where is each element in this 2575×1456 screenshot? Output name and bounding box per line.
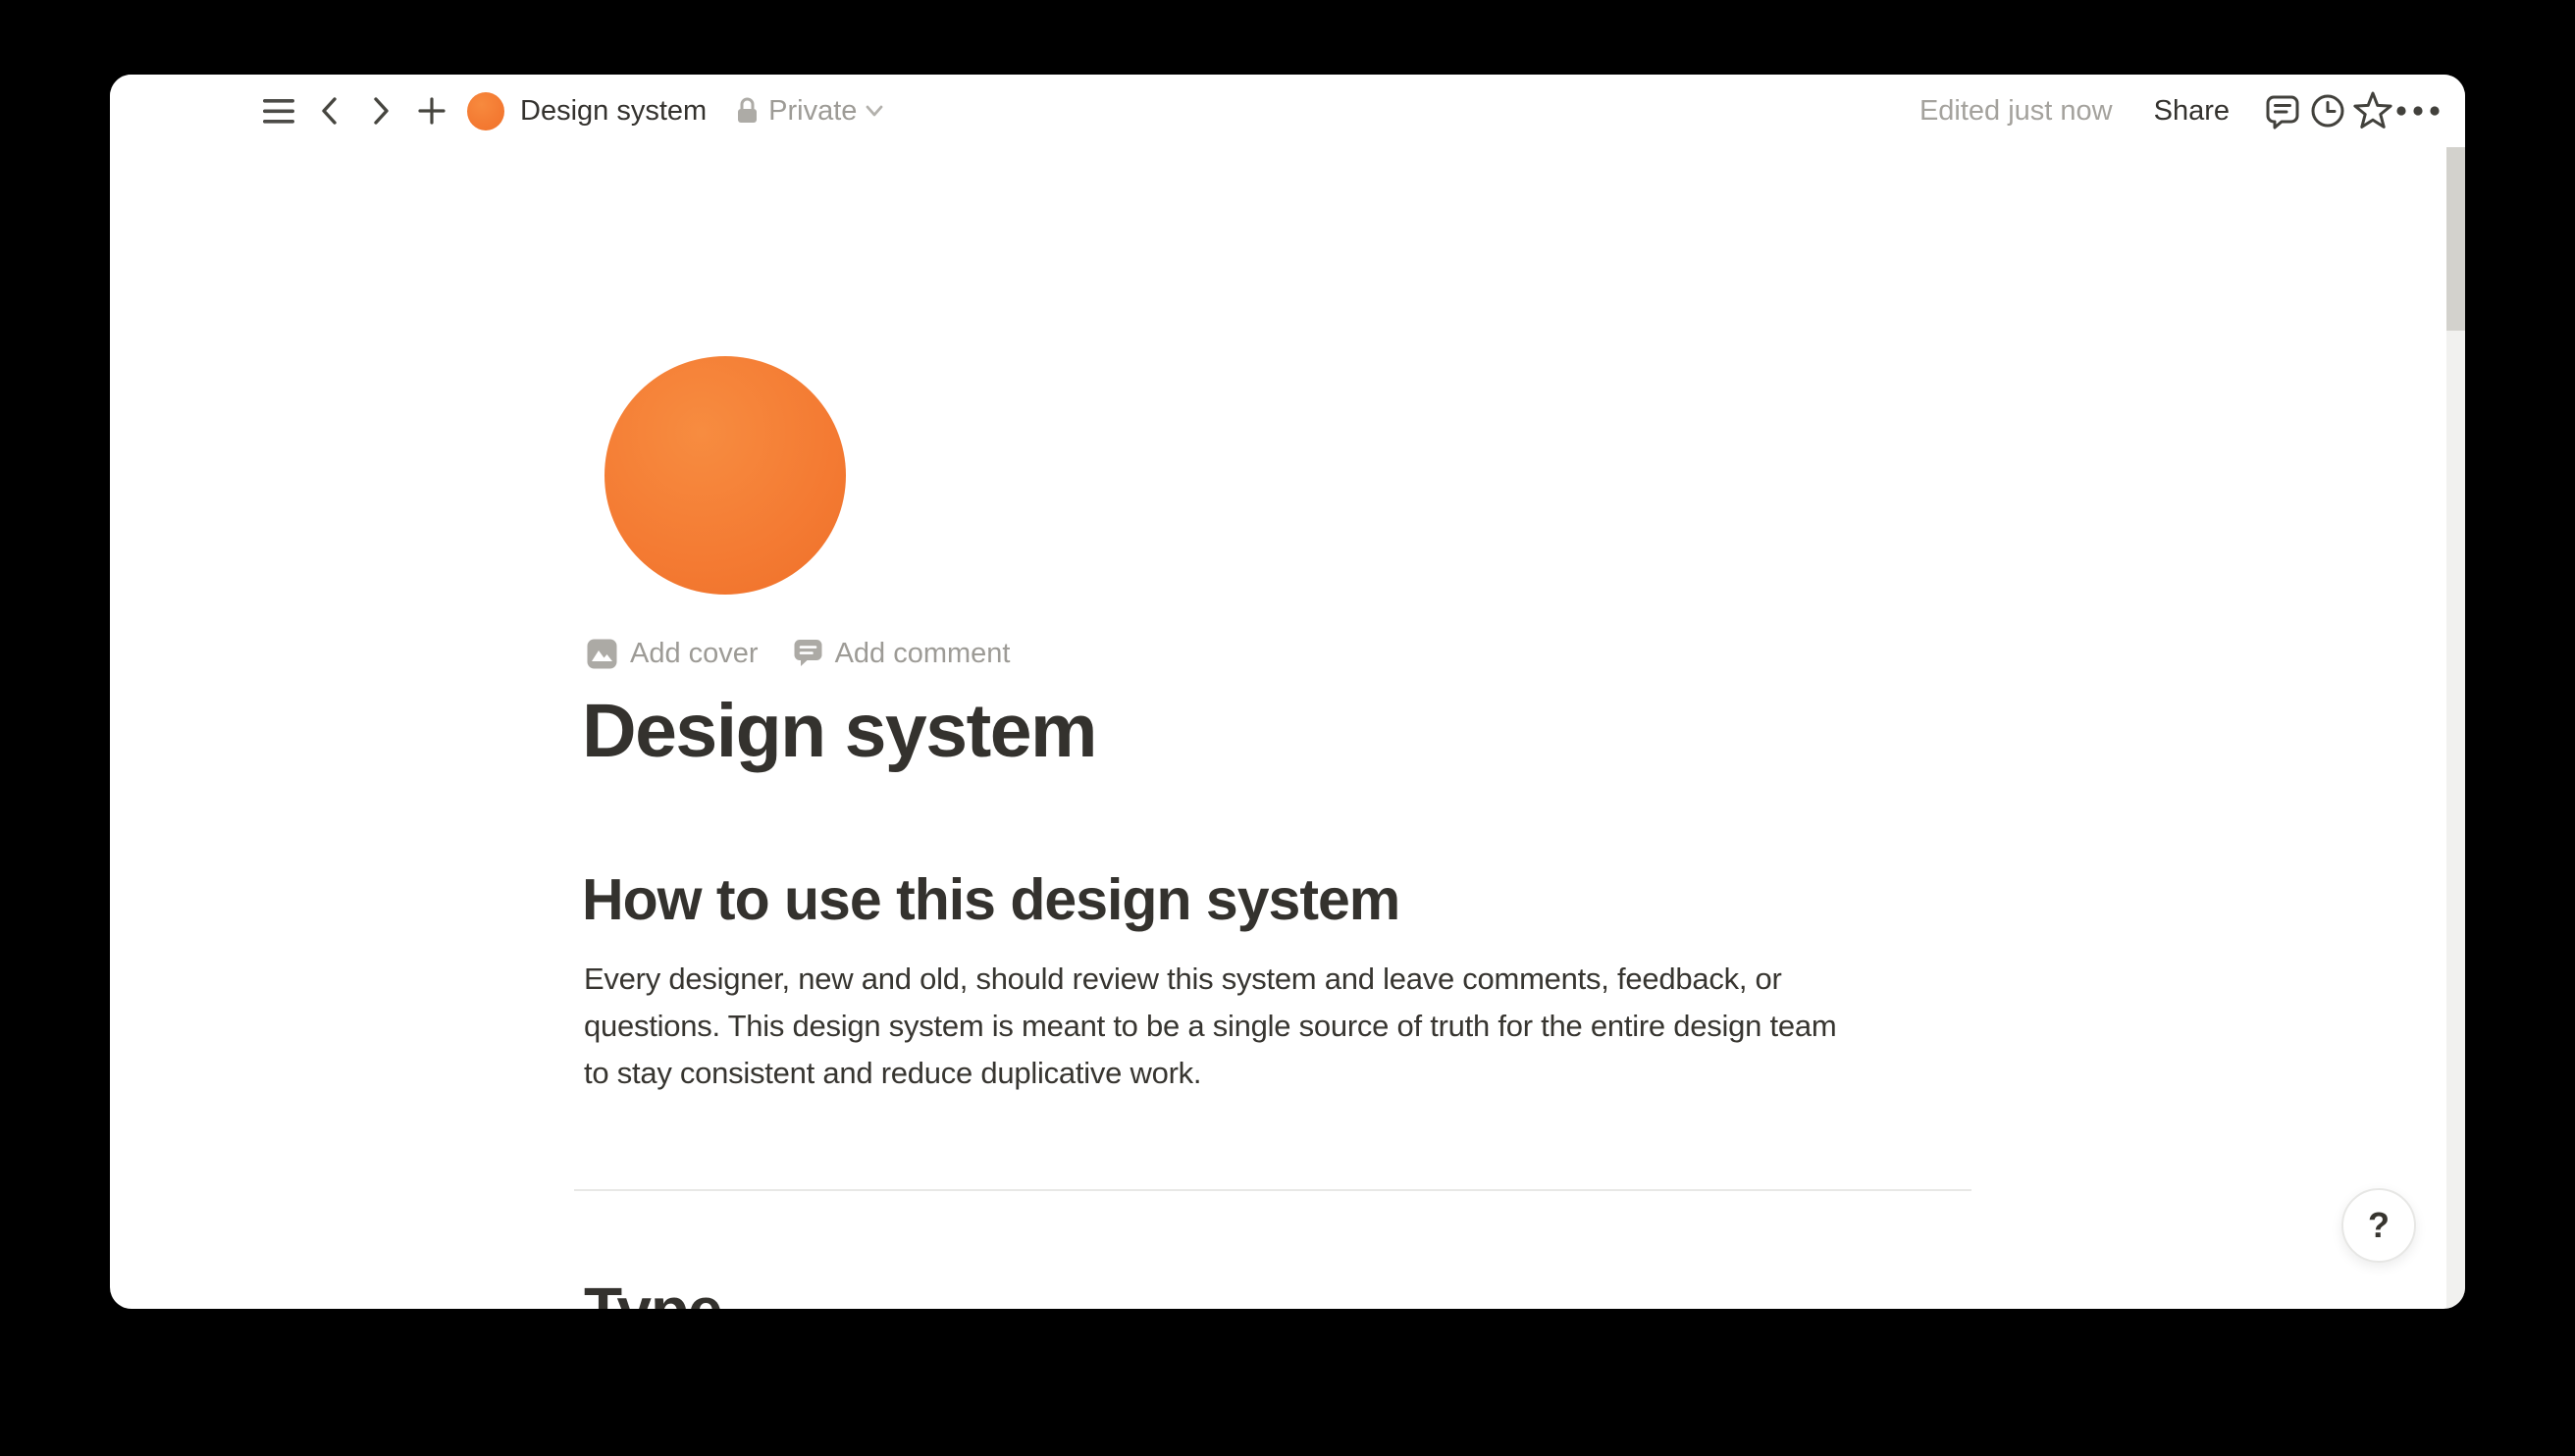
paragraph-block[interactable]: Every designer, new and old, should revi… [584,956,2115,1097]
paragraph-line: Every designer, new and old, should revi… [584,962,1782,996]
paragraph-line: questions. This design system is meant t… [584,1009,1837,1043]
scrollbar-track[interactable] [2446,147,2465,1309]
plus-icon [418,97,446,125]
new-page-button[interactable] [410,89,453,132]
section-heading-type[interactable]: Type [584,1278,723,1309]
ellipsis-icon [2396,106,2440,116]
comments-button[interactable] [2261,89,2304,132]
add-cover-label: Add cover [630,638,759,669]
page-icon[interactable] [604,356,846,595]
chevron-right-icon [374,97,389,125]
edited-status: Edited just now [1918,94,2113,127]
share-button[interactable]: Share [2154,95,2230,128]
paragraph-line: to stay consistent and reduce duplicativ… [584,1056,1202,1090]
clock-icon [2311,94,2344,128]
updates-button[interactable] [2306,89,2349,132]
page-actions-row: Add cover Add comment [587,638,1011,670]
sidebar-menu-button[interactable] [257,89,300,132]
privacy-label: Private [768,94,858,127]
breadcrumb[interactable]: Design system [467,91,707,130]
page-title[interactable]: Design system [582,694,1098,769]
add-cover-button[interactable]: Add cover [587,638,759,670]
help-button[interactable]: ? [2341,1188,2416,1263]
add-comment-button[interactable]: Add comment [794,638,1011,670]
more-button[interactable] [2396,89,2440,132]
add-cover-icon [587,639,617,669]
add-comment-label: Add comment [834,638,1011,669]
toolbar: Design system Private Edited just now Sh… [110,75,2465,147]
back-button[interactable] [308,89,351,132]
help-label: ? [2368,1205,2390,1245]
toolbar-right-group: Edited just now Share [1919,89,2440,132]
favorite-button[interactable] [2351,89,2394,132]
forward-button[interactable] [359,89,402,132]
chevron-left-icon [322,97,337,125]
add-comment-icon [794,640,822,666]
privacy-selector[interactable]: Private [736,95,884,128]
scrollbar-thumb[interactable] [2446,147,2465,331]
breadcrumb-page-title[interactable]: Design system [520,95,707,128]
section-heading[interactable]: How to use this design system [582,871,1400,929]
menu-icon [263,98,294,124]
comments-icon [2266,95,2299,130]
toolbar-left-group: Design system Private [257,89,884,132]
page-emoji-icon [467,91,504,130]
notion-window: Design system Private Edited just now Sh… [110,75,2465,1309]
lock-icon [738,97,758,123]
divider [574,1189,1971,1191]
chevron-down-icon [867,105,883,117]
star-icon [2353,91,2392,129]
